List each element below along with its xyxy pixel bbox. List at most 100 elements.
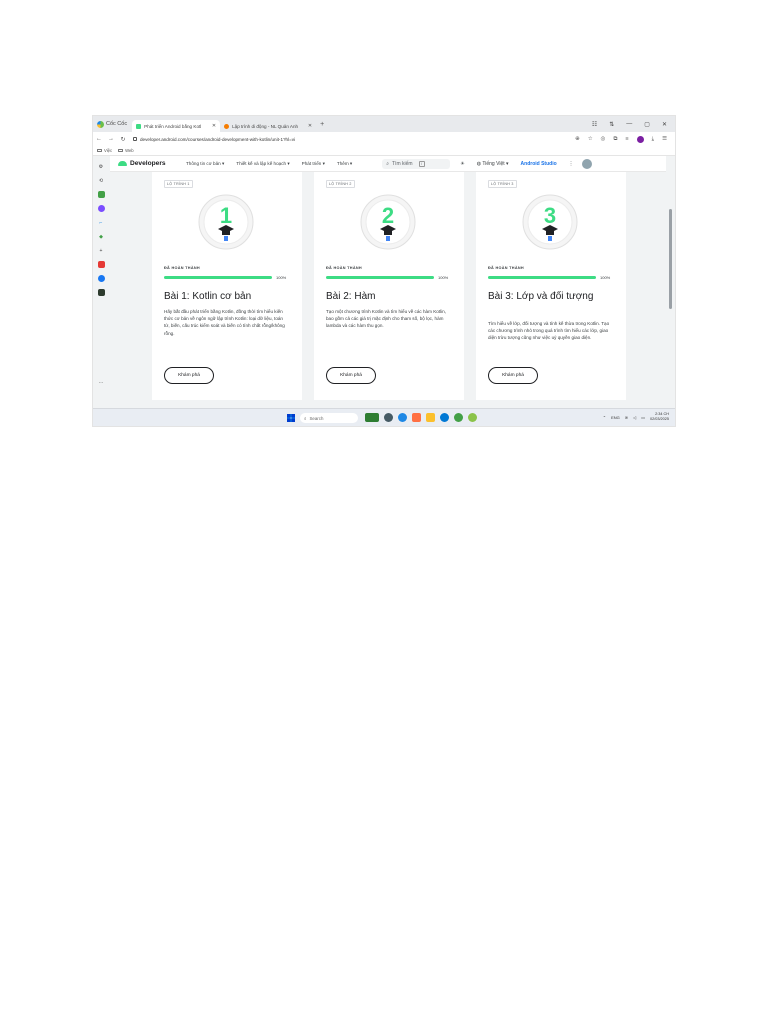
input-language[interactable]: ENG (611, 415, 620, 420)
theme-toggle-icon[interactable]: ☀ (460, 161, 464, 167)
screenshot-icon[interactable]: ◎ (601, 136, 606, 142)
completion-badge-icon: 1 (198, 194, 254, 250)
chevron-up-icon[interactable]: ⌃ (603, 415, 606, 420)
progress-row: 100% (164, 275, 286, 280)
progress-bar (164, 276, 272, 279)
taskbar-apps (365, 413, 477, 422)
site-search-input[interactable]: ⌕ Tìm kiếm / (382, 158, 451, 169)
file-explorer-icon[interactable] (426, 413, 435, 422)
menu-item-design[interactable]: Thiết kế và lập kế hoạch ▾ (236, 161, 289, 167)
game-icon[interactable]: ◆ (98, 233, 105, 240)
badge-number: 3 (544, 203, 556, 228)
volume-icon[interactable]: ◁ (633, 415, 636, 420)
browser-logo[interactable]: Cốc Cốc (93, 120, 132, 128)
tab-label: Phát triển Android bằng Kotl (144, 123, 202, 129)
copilot-icon[interactable] (398, 413, 407, 422)
app-icon[interactable] (97, 289, 105, 296)
bookmark-star-icon[interactable]: ☆ (588, 136, 593, 142)
playlist-icon[interactable]: ≡ (625, 136, 628, 142)
system-tray: ⌃ ENG ≋ ◁ ▭ 2:34 CH 02/03/2025 (603, 412, 669, 422)
explore-button[interactable]: Khám phá (164, 367, 214, 384)
taskbar-search-input[interactable]: ⌕ Search (300, 413, 358, 423)
completion-badge-icon: 3 (522, 194, 578, 250)
extensions-icon[interactable]: ⇅ (609, 121, 614, 128)
chrome-icon[interactable] (454, 413, 463, 422)
wifi-icon[interactable]: ≋ (625, 415, 628, 420)
card-description: Tìm hiểu về lớp, đối tượng và tính kế th… (488, 321, 610, 341)
progress-bar (326, 276, 434, 279)
settings-icon[interactable]: ⚙ (98, 163, 105, 170)
coccoc-taskbar-icon[interactable] (468, 413, 477, 422)
tab-mobile-programming[interactable]: Lập trình di động - NL Quản Anh ✕ (220, 120, 316, 132)
close-window-icon[interactable]: ✕ (662, 121, 667, 128)
maximize-icon[interactable]: ▢ (644, 121, 650, 128)
card-title: Bài 2: Hàm (326, 291, 376, 302)
chat-icon[interactable] (97, 191, 105, 198)
youtube-icon[interactable] (97, 261, 105, 268)
url-field[interactable]: developer.android.com/courses/android-de… (133, 137, 463, 142)
search-shortcut: / (418, 160, 425, 167)
new-tab-icon[interactable]: + (316, 121, 328, 128)
profile-avatar-icon[interactable] (636, 135, 644, 143)
messenger-icon[interactable] (97, 205, 105, 212)
reload-icon[interactable]: ↻ (117, 136, 129, 143)
edge-icon[interactable] (440, 413, 449, 422)
task-view-icon[interactable] (384, 413, 393, 422)
step-label: LỘ TRÌNH 3 (488, 180, 517, 188)
scrollbar-thumb[interactable] (669, 209, 672, 309)
widgets-icon[interactable] (365, 413, 379, 422)
menu-item-develop[interactable]: Phát triển ▾ (302, 161, 325, 167)
language-select[interactable]: ◍ Tiếng Việt ▾ (477, 161, 509, 167)
folder-icon (97, 148, 102, 153)
progress-percent: 100% (438, 275, 449, 280)
address-actions: ⊕ ☆ ◎ ⧉ ≡ ⤓ ☰ (575, 135, 675, 143)
bookmark-folder[interactable]: Web (118, 148, 134, 153)
folder-icon (118, 148, 124, 153)
store-icon[interactable] (412, 413, 421, 422)
step-label: LỘ TRÌNH 2 (326, 180, 355, 188)
search-icon: ⌕ (386, 160, 390, 167)
explore-button[interactable]: Khám phá (326, 367, 376, 384)
card-description: Tạo một chương trình Kotlin và tìm hiểu … (326, 309, 446, 329)
battery-icon[interactable]: ▭ (641, 415, 645, 420)
clock-date: 02/03/2025 (649, 417, 669, 421)
windows-taskbar: ⌕ Search ⌃ ENG ≋ ◁ ▭ 2:34 CH 02/03/2025 (93, 408, 675, 426)
tab-android-kotlin[interactable]: Phát triển Android bằng Kotl ✕ (132, 120, 221, 132)
lock-icon (133, 137, 137, 141)
window-controls: ☷ ⇅ — ▢ ✕ (592, 121, 675, 128)
progress-bar (488, 276, 596, 279)
translate-icon[interactable]: ⊕ (575, 136, 580, 142)
bookmark-label: Việc (104, 148, 113, 153)
step-label: LỘ TRÌNH 1 (164, 180, 193, 188)
android-icon (136, 123, 142, 129)
user-avatar[interactable] (581, 158, 592, 169)
history-icon[interactable]: ⟲ (98, 177, 105, 184)
page-scrollbar[interactable] (666, 156, 675, 408)
menu-item-basics[interactable]: Thông tin cơ bản ▾ (186, 161, 224, 167)
menu-item-more[interactable]: Thêm ▾ (337, 161, 352, 167)
more-icon[interactable]: … (98, 378, 105, 385)
menu-icon[interactable]: ☰ (662, 136, 667, 142)
search-icon: ⌕ (304, 415, 307, 421)
progress-row: 100% (326, 275, 448, 280)
bookmark-folder[interactable]: Việc (97, 148, 112, 153)
close-icon[interactable]: ✕ (308, 123, 312, 129)
chart-icon[interactable]: ⌐ (98, 219, 105, 226)
bookmark-label: Web (125, 148, 134, 153)
back-icon[interactable]: ← (93, 136, 105, 142)
developers-logo[interactable]: Developers (110, 160, 180, 167)
reading-list-icon[interactable]: ☷ (592, 121, 597, 128)
facebook-icon[interactable] (97, 275, 105, 282)
explore-button[interactable]: Khám phá (488, 367, 538, 384)
minimize-icon[interactable]: — (626, 121, 632, 127)
android-studio-link[interactable]: Android Studio (521, 161, 557, 167)
close-icon[interactable]: ✕ (212, 123, 216, 129)
tab-label: Lập trình di động - NL Quản Anh (232, 123, 299, 129)
download-icon[interactable]: ⤓ (652, 136, 654, 143)
add-icon[interactable]: + (98, 247, 105, 254)
forward-icon[interactable]: → (105, 136, 117, 142)
windows-start-icon[interactable] (287, 414, 295, 422)
clock[interactable]: 2:34 CH 02/03/2025 (650, 412, 669, 422)
extension-icon[interactable]: ⧉ (613, 136, 617, 143)
overflow-menu-icon[interactable]: ⋮ (569, 161, 574, 167)
